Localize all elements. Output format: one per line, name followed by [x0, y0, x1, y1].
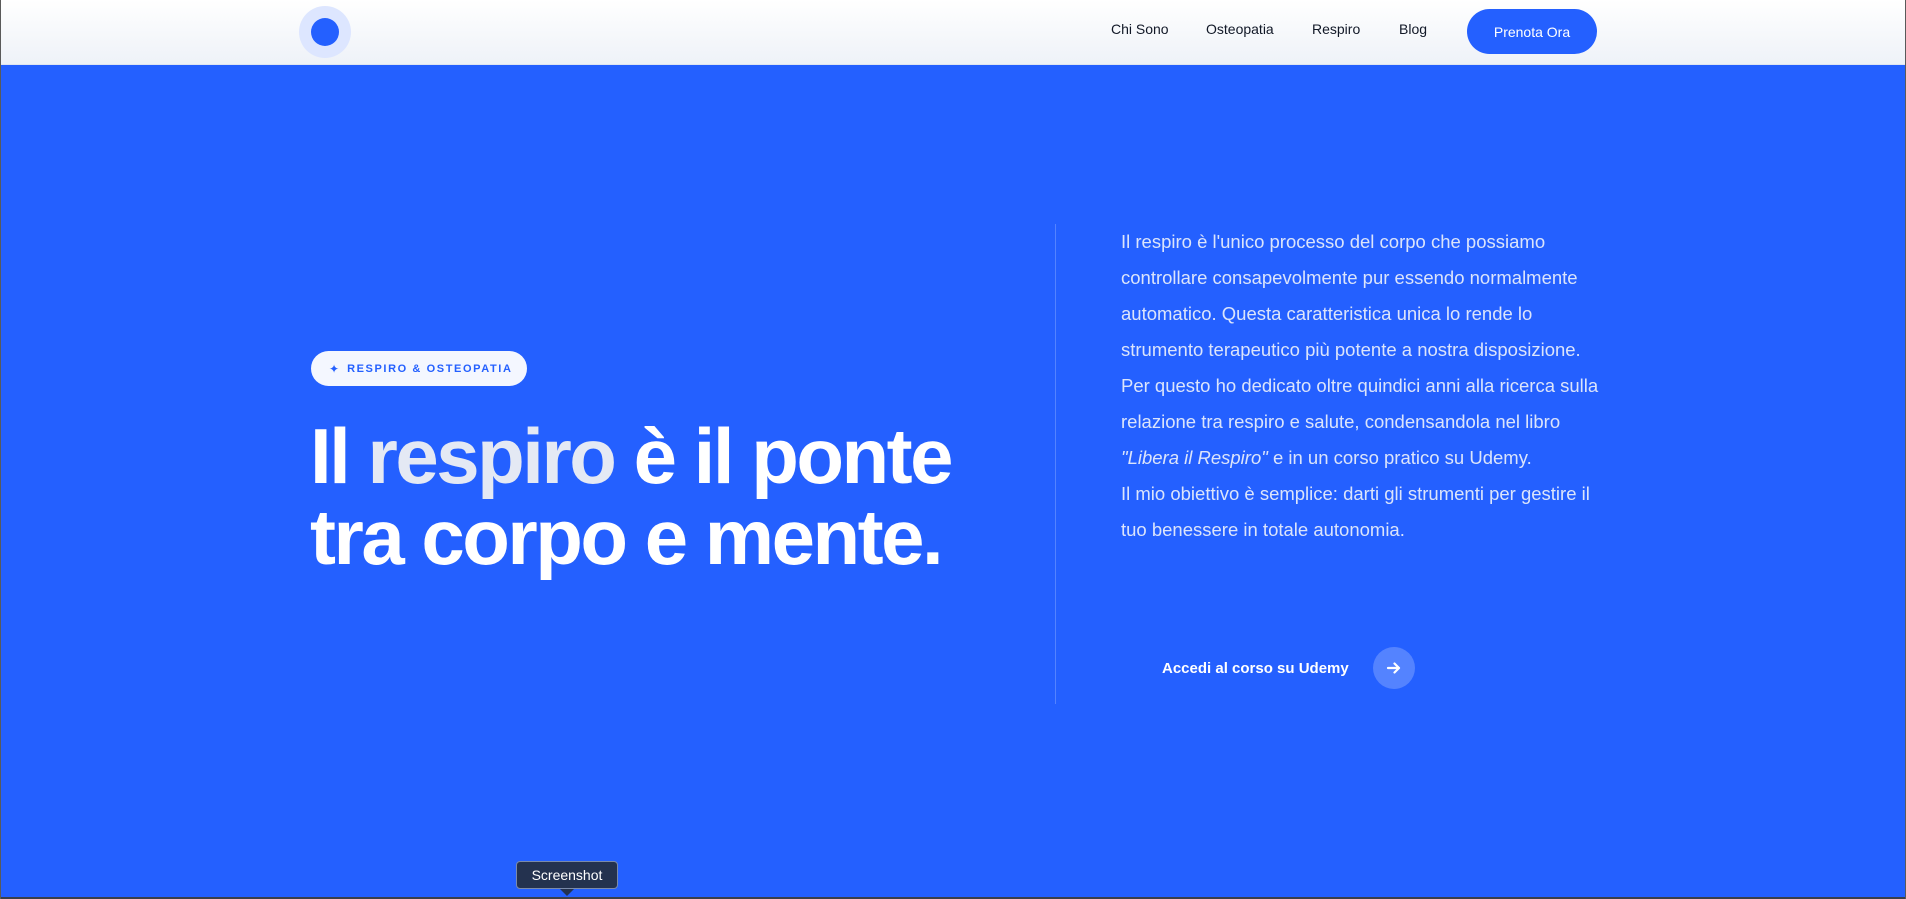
- vertical-divider: [1055, 224, 1056, 704]
- sparkle-icon: ✦: [329, 361, 340, 376]
- logo[interactable]: [299, 6, 351, 58]
- page: Chi Sono Osteopatia Respiro Blog Prenota…: [0, 0, 1906, 899]
- description-paragraph-2: Per questo ho dedicato oltre quindici an…: [1121, 368, 1611, 476]
- navbar: Chi Sono Osteopatia Respiro Blog Prenota…: [1, 0, 1905, 65]
- screenshot-tooltip: Screenshot: [516, 861, 618, 889]
- nav-link-chi-sono[interactable]: Chi Sono: [1111, 21, 1169, 37]
- hero-description: Il respiro è l'unico processo del corpo …: [1121, 224, 1611, 548]
- headline-highlight: respiro: [367, 412, 617, 500]
- description-paragraph-1: Il respiro è l'unico processo del corpo …: [1121, 231, 1581, 360]
- arrow-right-icon: [1372, 647, 1415, 689]
- udemy-course-link[interactable]: Accedi al corso su Udemy: [1162, 647, 1415, 689]
- book-title: "Libera il Respiro": [1121, 447, 1268, 468]
- description-paragraph-3: Il mio obiettivo è semplice: darti gli s…: [1121, 483, 1590, 540]
- nav-link-blog[interactable]: Blog: [1399, 21, 1427, 37]
- badge-label: RESPIRO & OSTEOPATIA: [347, 362, 513, 375]
- hero-badge: ✦ RESPIRO & OSTEOPATIA: [311, 351, 527, 386]
- headline-part-1: Il: [310, 412, 368, 500]
- tooltip-arrow-icon: [560, 889, 574, 896]
- paragraph-2-start: Per questo ho dedicato oltre quindici an…: [1121, 375, 1599, 432]
- nav-link-respiro[interactable]: Respiro: [1312, 21, 1360, 37]
- udemy-course-label: Accedi al corso su Udemy: [1162, 659, 1349, 677]
- hero-headline: Il respiro è il ponte tra corpo e mente.: [310, 416, 1010, 578]
- prenota-ora-button[interactable]: Prenota Ora: [1467, 9, 1597, 54]
- logo-dot-icon: [311, 18, 339, 46]
- nav-link-osteopatia[interactable]: Osteopatia: [1206, 21, 1274, 37]
- paragraph-2-end: e in un corso pratico su Udemy.: [1267, 447, 1532, 468]
